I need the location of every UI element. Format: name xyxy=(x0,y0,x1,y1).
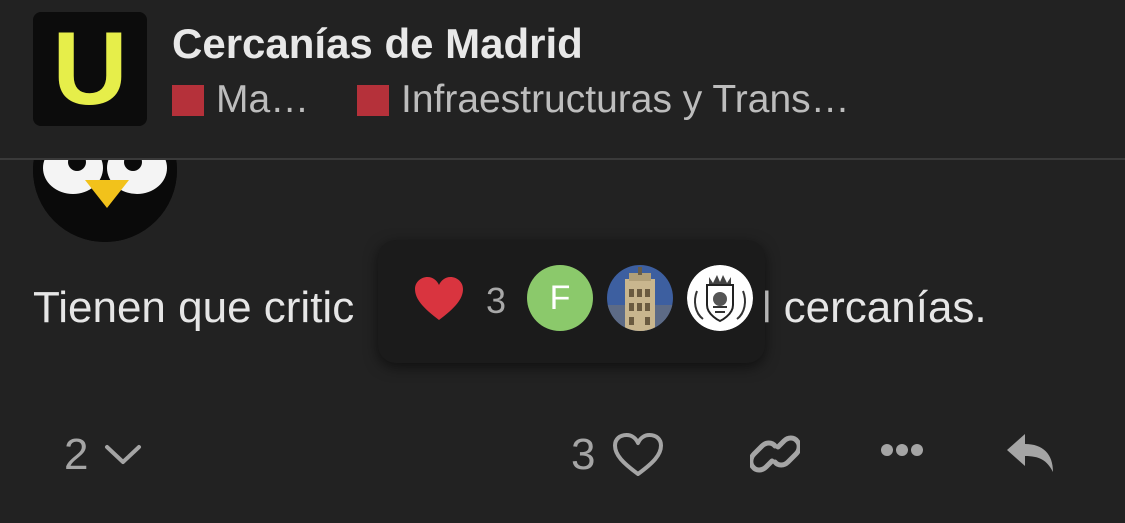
reply-button[interactable] xyxy=(1005,432,1057,476)
crest-avatar[interactable] xyxy=(687,265,753,331)
tower-avatar[interactable] xyxy=(607,265,673,331)
category-logo[interactable]: U xyxy=(33,12,147,126)
category-label: Infraestructuras y Trans… xyxy=(401,78,850,121)
user-avatar-f[interactable]: F xyxy=(527,265,593,331)
show-replies-button[interactable]: 2 xyxy=(64,430,142,480)
topic-title[interactable]: Cercanías de Madrid xyxy=(172,20,583,68)
ellipsis-icon xyxy=(881,444,923,456)
topic-header: U Cercanías de Madrid Ma… Infraestructur… xyxy=(0,0,1125,160)
likes-count: 3 xyxy=(571,430,596,479)
share-link-button[interactable] xyxy=(750,434,800,474)
post-actions: 2 3 xyxy=(0,420,1125,500)
like-button[interactable]: 3 xyxy=(571,430,664,480)
user-initial: F xyxy=(549,279,571,317)
logo-letter: U xyxy=(52,12,128,126)
category-color-square xyxy=(357,84,389,116)
category-color-square xyxy=(172,84,204,116)
more-actions-button[interactable] xyxy=(880,442,924,458)
reactions-popup: 3 F xyxy=(378,240,765,363)
chevron-down-icon xyxy=(105,445,142,464)
post-text-start: Tienen que critic xyxy=(33,283,355,332)
link-icon xyxy=(750,435,800,473)
reaction-count: 3 xyxy=(486,280,507,321)
heart-icon[interactable] xyxy=(414,277,464,321)
category-badge-parent[interactable]: Ma… xyxy=(172,78,309,122)
category-label: Ma… xyxy=(216,78,310,121)
heart-outline-icon xyxy=(613,433,664,476)
category-badge-sub[interactable]: Infraestructuras y Trans… xyxy=(357,78,850,122)
replies-count: 2 xyxy=(64,430,89,479)
post-text-end: l cercanías. xyxy=(761,283,987,332)
reply-arrow-icon xyxy=(1007,434,1053,472)
